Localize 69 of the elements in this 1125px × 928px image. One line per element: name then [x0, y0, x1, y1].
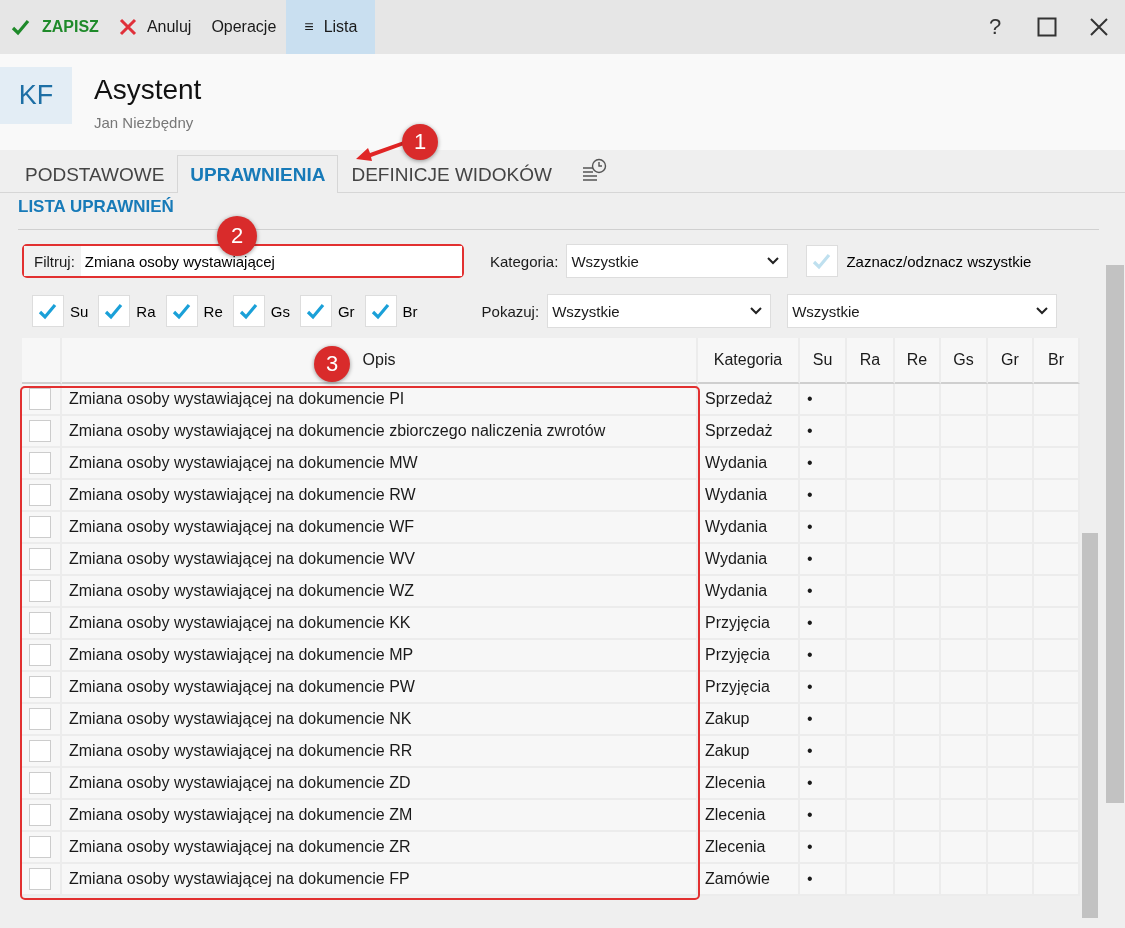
table-cell: Zmiana osoby wystawiającej na dokumencie FP	[62, 864, 698, 896]
save-button[interactable]: ZAPISZ	[0, 0, 109, 54]
tab[interactable]: UPRAWNIENIA	[177, 155, 339, 193]
section-title: LISTA UPRAWNIEŃ	[17, 196, 175, 217]
checkmark-icon	[237, 301, 260, 321]
row-checkbox[interactable]	[29, 708, 51, 730]
table-row[interactable]: Zmiana osoby wystawiającej na dokumencie FP Zamówie •	[22, 864, 1080, 896]
row-checkbox[interactable]	[29, 772, 51, 794]
history-icon[interactable]	[581, 158, 607, 184]
row-checkbox[interactable]	[29, 740, 51, 762]
checkmark-icon	[304, 301, 327, 321]
table-cell: •	[800, 864, 847, 896]
table-row[interactable]: Zmiana osoby wystawiającej na dokumencie MW Wydania •	[22, 448, 1080, 480]
table-row[interactable]: Zmiana osoby wystawiającej na dokumencie RR Zakup •	[22, 736, 1080, 768]
checkmark-icon	[170, 301, 193, 321]
operations-button[interactable]: Operacje	[201, 0, 287, 54]
checkmark-icon	[10, 17, 32, 37]
window-title: Asystent	[94, 73, 202, 106]
tab[interactable]: PODSTAWOWE	[12, 155, 178, 193]
table-row[interactable]: Zmiana osoby wystawiającej na dokumencie PI Sprzedaż •	[22, 384, 1080, 416]
table-row[interactable]: Zmiana osoby wystawiającej na dokumencie NK Zakup •	[22, 704, 1080, 736]
step-badge: 2	[217, 216, 257, 256]
filter-field[interactable]: Filtruj: Zmiana osoby wystawiającej	[22, 244, 464, 278]
select-all-toggle[interactable]: Zaznacz/odznacz wszystkie	[806, 245, 1032, 277]
cancel-button[interactable]: Anuluj	[108, 0, 202, 54]
help-button[interactable]: ?	[969, 0, 1021, 54]
row-checkbox[interactable]	[29, 868, 51, 890]
table-row[interactable]: Zmiana osoby wystawiającej na dokumencie ZD Zlecenia •	[22, 768, 1080, 800]
list-button[interactable]: ≡ Lista	[286, 0, 376, 54]
row-checkbox[interactable]	[29, 516, 51, 538]
show-label: Pokazuj:	[481, 302, 540, 320]
table-row[interactable]: Zmiana osoby wystawiającej na dokumencie RW Wydania •	[22, 480, 1080, 512]
close-icon	[1089, 17, 1109, 37]
table-cell: Zamówie	[698, 864, 800, 896]
row-checkbox[interactable]	[29, 836, 51, 858]
initials-avatar: KF	[0, 66, 72, 124]
row-checkbox[interactable]	[29, 676, 51, 698]
row-checkbox[interactable]	[29, 484, 51, 506]
caret-icon	[767, 257, 780, 265]
table-row[interactable]: Zmiana osoby wystawiającej na dokumencie MP Przyjęcia •	[22, 640, 1080, 672]
table-row[interactable]: Zmiana osoby wystawiającej na dokumencie WV Wydania •	[22, 544, 1080, 576]
row-checkbox[interactable]	[29, 548, 51, 570]
category-label: Kategoria:	[490, 252, 559, 270]
category-dropdown[interactable]: Wszystkie	[566, 244, 789, 278]
table-row[interactable]: Zmiana osoby wystawiającej na dokumencie WZ Wydania •	[22, 576, 1080, 608]
table-row[interactable]: Zmiana osoby wystawiającej na dokumencie zbiorczego naliczenia zwrotów Sprzedaż •	[22, 416, 1080, 448]
table-row[interactable]: Zmiana osoby wystawiającej na dokumencie KK Przyjęcia •	[22, 608, 1080, 640]
checkmark-icon	[37, 301, 59, 321]
row-checkbox[interactable]	[29, 804, 51, 826]
row-checkbox[interactable]	[29, 612, 51, 634]
row-checkbox[interactable]	[29, 420, 51, 442]
user-name: Jan Niezbędny	[94, 113, 195, 131]
row-checkbox[interactable]	[29, 644, 51, 666]
row-checkbox[interactable]	[29, 388, 51, 410]
caret-icon	[1036, 307, 1049, 315]
maximize-icon	[1037, 17, 1057, 37]
table-row[interactable]: Zmiana osoby wystawiającej na dokumencie ZR Zlecenia •	[22, 832, 1080, 864]
show-dropdown[interactable]: Wszystkie	[787, 294, 1058, 328]
show-dropdown[interactable]: Wszystkie	[547, 294, 772, 328]
scrollbar[interactable]	[1106, 265, 1124, 803]
row-checkbox[interactable]	[29, 452, 51, 474]
scrollbar[interactable]	[1082, 533, 1098, 918]
table-row[interactable]: Zmiana osoby wystawiającej na dokumencie WF Wydania •	[22, 512, 1080, 544]
table-row[interactable]: Zmiana osoby wystawiającej na dokumencie ZM Zlecenia •	[22, 800, 1080, 832]
checkmark-icon	[369, 301, 392, 321]
close-icon	[118, 18, 137, 36]
table-row[interactable]: Zmiana osoby wystawiającej na dokumencie PW Przyjęcia •	[22, 672, 1080, 704]
caret-icon	[750, 307, 763, 315]
row-checkbox[interactable]	[29, 580, 51, 602]
